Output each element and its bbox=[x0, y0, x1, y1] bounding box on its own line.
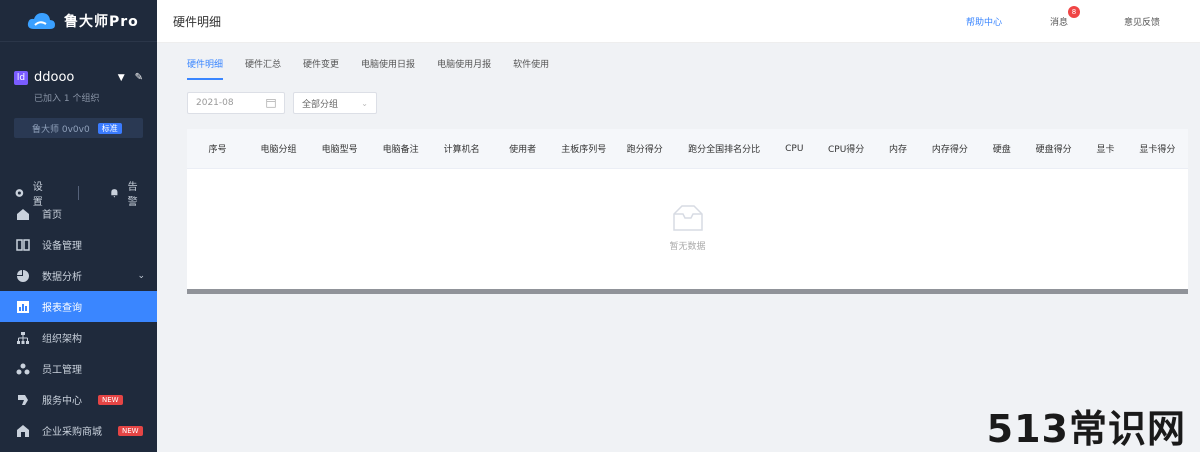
service-icon bbox=[18, 394, 28, 405]
top-header: 硬件明细 帮助中心 消息 8 意见反馈 bbox=[157, 0, 1200, 43]
table-header: 序号 电脑分组 电脑型号 电脑备注 计算机名 使用者 主板序列号 跑分得分 跑分… bbox=[187, 129, 1188, 169]
sidebar-item-label: 数据分析 bbox=[42, 272, 82, 283]
column-header[interactable]: 计算机名 bbox=[431, 142, 492, 155]
column-header[interactable]: CPU bbox=[773, 144, 816, 154]
sidebar-item-shop[interactable]: 企业采购商城 NEW bbox=[0, 415, 157, 446]
column-header[interactable]: 电脑型号 bbox=[309, 142, 370, 155]
empty-state: 暂无数据 bbox=[187, 204, 1188, 252]
sidebar-item-devices[interactable]: 设备管理 bbox=[0, 229, 157, 260]
sidebar-item-label: 首页 bbox=[42, 210, 62, 221]
column-header[interactable]: 内存得分 bbox=[919, 142, 980, 155]
column-header[interactable]: 硬盘 bbox=[980, 142, 1023, 155]
tab-hardware-change[interactable]: 硬件变更 bbox=[303, 57, 339, 80]
message-count-badge: 8 bbox=[1067, 6, 1080, 18]
app-name: 鲁大师Pro bbox=[64, 13, 139, 30]
sidebar-item-org[interactable]: 组织架构 bbox=[0, 322, 157, 353]
sidebar-item-reports[interactable]: 报表查询 bbox=[0, 291, 157, 322]
help-center-link[interactable]: 帮助中心 bbox=[966, 15, 1002, 28]
column-header[interactable]: 跑分全国排名分比 bbox=[675, 142, 773, 155]
column-header[interactable]: 主板序列号 bbox=[553, 142, 614, 155]
company-name: 鲁大师 0v0v0 bbox=[32, 124, 90, 135]
column-header[interactable]: 使用者 bbox=[492, 142, 553, 155]
column-header[interactable]: CPU得分 bbox=[816, 142, 877, 155]
sidebar-item-label: 企业采购商城 bbox=[42, 427, 102, 438]
tab-hardware-detail[interactable]: 硬件明细 bbox=[187, 57, 224, 80]
new-badge: NEW bbox=[98, 394, 123, 405]
cloud-logo-icon bbox=[27, 12, 55, 29]
staff-icon bbox=[16, 363, 30, 374]
filter-bar: 2021-08 全部分组 ⌄ bbox=[187, 92, 377, 114]
sidebar-item-analytics[interactable]: 数据分析 ⌄ bbox=[0, 260, 157, 291]
column-header[interactable]: 电脑分组 bbox=[248, 142, 309, 155]
home-icon bbox=[17, 208, 29, 220]
report-icon bbox=[17, 300, 29, 313]
sidebar: 鲁大师Pro ld ddooo ▼ ✎ 已加入 1 个组织 鲁大师 0v0v0 … bbox=[0, 0, 157, 452]
edit-icon[interactable]: ✎ bbox=[135, 72, 143, 83]
sidebar-item-service[interactable]: 服务中心 NEW bbox=[0, 384, 157, 415]
month-picker[interactable]: 2021-08 bbox=[187, 92, 285, 114]
app-logo[interactable]: 鲁大师Pro bbox=[0, 0, 157, 42]
pie-chart-icon bbox=[17, 269, 29, 282]
user-subtitle: 已加入 1 个组织 bbox=[34, 94, 100, 104]
tab-monthly-report[interactable]: 电脑使用月报 bbox=[437, 57, 491, 80]
main-content: 硬件明细 硬件汇总 硬件变更 电脑使用日报 电脑使用月报 软件使用 2021-0… bbox=[157, 43, 1200, 452]
org-icon bbox=[17, 331, 29, 344]
hardware-table: 序号 电脑分组 电脑型号 电脑备注 计算机名 使用者 主板序列号 跑分得分 跑分… bbox=[187, 129, 1188, 292]
sidebar-item-label: 报表查询 bbox=[42, 303, 82, 314]
chevron-down-icon: ⌄ bbox=[361, 98, 368, 108]
column-header[interactable]: 显卡 bbox=[1084, 142, 1127, 155]
empty-text: 暂无数据 bbox=[669, 242, 706, 252]
sidebar-item-label: 员工管理 bbox=[42, 365, 82, 376]
tab-hardware-summary[interactable]: 硬件汇总 bbox=[245, 57, 281, 80]
company-tag: 标准 bbox=[97, 122, 122, 134]
group-select[interactable]: 全部分组 ⌄ bbox=[293, 92, 377, 114]
message-button[interactable]: 消息 8 bbox=[1049, 6, 1080, 28]
watermark-text: 513常识网 bbox=[986, 407, 1186, 451]
column-header[interactable]: 显卡得分 bbox=[1127, 142, 1188, 155]
sidebar-item-home[interactable]: 首页 bbox=[0, 198, 157, 229]
column-header[interactable]: 序号 bbox=[187, 142, 248, 155]
tab-daily-report[interactable]: 电脑使用日报 bbox=[361, 57, 415, 80]
column-header[interactable]: 内存 bbox=[877, 142, 920, 155]
group-select-value: 全部分组 bbox=[302, 99, 339, 110]
shop-icon bbox=[17, 424, 29, 437]
sidebar-item-label: 组织架构 bbox=[42, 334, 82, 345]
column-header[interactable]: 跑分得分 bbox=[614, 142, 675, 155]
caret-down-icon[interactable]: ▼ bbox=[118, 73, 125, 83]
chevron-down-icon: ⌄ bbox=[137, 270, 145, 281]
sidebar-menu: 首页 设备管理 数据分析 ⌄ 报表查询 组织架构 员工管理 服务中心 NEW 企… bbox=[0, 198, 157, 446]
column-header[interactable]: 硬盘得分 bbox=[1023, 142, 1084, 155]
calendar-icon bbox=[266, 99, 276, 108]
sidebar-item-staff[interactable]: 员工管理 bbox=[0, 353, 157, 384]
header-actions: 帮助中心 消息 8 意见反馈 bbox=[966, 0, 1200, 43]
page-title: 硬件明细 bbox=[173, 14, 222, 29]
sidebar-item-label: 设备管理 bbox=[42, 241, 82, 252]
company-box[interactable]: 鲁大师 0v0v0 标准 bbox=[14, 118, 143, 138]
sidebar-item-label: 服务中心 bbox=[42, 396, 82, 407]
user-panel: ld ddooo ▼ ✎ 已加入 1 个组织 鲁大师 0v0v0 标准 bbox=[0, 42, 157, 182]
avatar: ld bbox=[14, 70, 28, 85]
tab-software-usage[interactable]: 软件使用 bbox=[513, 57, 549, 80]
empty-inbox-icon bbox=[672, 205, 703, 231]
user-name[interactable]: ddooo bbox=[34, 70, 112, 85]
column-header[interactable]: 电脑备注 bbox=[370, 142, 431, 155]
feedback-link[interactable]: 意见反馈 bbox=[1124, 15, 1160, 28]
horizontal-scrollbar[interactable] bbox=[187, 289, 1188, 294]
device-icon bbox=[16, 238, 30, 251]
month-picker-value: 2021-08 bbox=[196, 98, 234, 108]
message-label: 消息 bbox=[1049, 18, 1068, 28]
new-badge: NEW bbox=[118, 425, 143, 436]
report-tabs: 硬件明细 硬件汇总 硬件变更 电脑使用日报 电脑使用月报 软件使用 bbox=[187, 57, 549, 80]
